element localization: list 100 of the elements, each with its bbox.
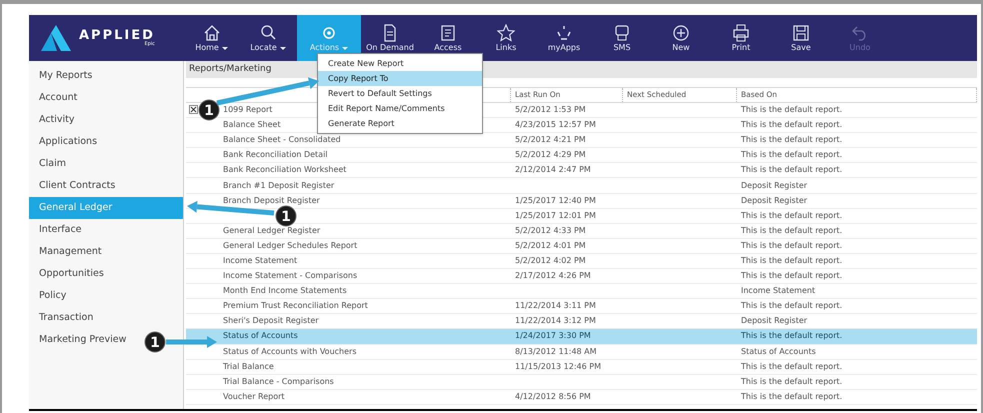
sidebar-item[interactable]: Opportunities <box>29 263 106 285</box>
table-row[interactable]: Income Statement 5/2/2012 4:02 PM This is the default report. <box>186 254 977 270</box>
table-cell: This is the default report. <box>741 256 842 265</box>
table-cell: 2/12/2014 2:47 PM <box>515 165 591 174</box>
table-cell: This is the default report. <box>741 392 842 401</box>
toolbar-button[interactable]: Save <box>771 15 831 61</box>
caret-icon <box>342 46 348 50</box>
menu-item[interactable]: Generate Report <box>318 116 482 131</box>
table-cell: 11/15/2013 12:46 PM <box>515 362 601 371</box>
table-cell: Branch #1 Deposit Register <box>223 180 334 190</box>
callout-badge: 1 <box>144 332 166 352</box>
table-cell: 2/17/2012 4:26 PM <box>515 271 591 280</box>
table-row[interactable]: General Ledger Register 5/2/2012 4:33 PM This is the default report. <box>186 224 977 239</box>
toolbar-button[interactable]: Locate <box>239 15 297 61</box>
table-cell: Trial Balance <box>223 362 274 371</box>
sidebar-item[interactable]: Claim <box>29 153 68 175</box>
sidebar-item[interactable]: Transaction <box>29 307 96 329</box>
sidebar-item[interactable]: Activity <box>29 109 77 131</box>
table-row[interactable]: Month End Income Statements Income Statement <box>186 284 977 300</box>
table-cell: Balance Sheet <box>223 120 281 130</box>
sidebar-item[interactable]: Management <box>29 241 104 263</box>
table-row[interactable]: Status of Accounts 1/24/2017 3:30 PM This is the default report. <box>186 329 977 344</box>
table-cell: This is the default report. <box>741 135 842 144</box>
sidebar-item[interactable]: Policy <box>29 285 68 307</box>
table-cell: 5/2/2012 4:21 PM <box>515 135 586 144</box>
table-cell: This is the default report. <box>741 376 842 386</box>
table-cell: This is the default report. <box>741 240 842 250</box>
apps-icon <box>555 24 573 42</box>
table-cell: 1/25/2017 12:01 PM <box>515 210 596 220</box>
toolbar-button[interactable]: New <box>651 15 711 61</box>
table-cell: 4/23/2015 12:57 PM <box>515 120 596 130</box>
table-cell: 1099 Report <box>223 105 272 114</box>
table-cell: Balance Sheet - Consolidated <box>223 135 341 144</box>
table-cell: This is the default report. <box>741 150 842 160</box>
toolbar-button[interactable]: Home <box>184 15 239 61</box>
sidebar-item[interactable]: My Reports <box>29 65 94 87</box>
table-cell: Sheri's Deposit Register <box>223 316 319 326</box>
sidebar-item[interactable]: Marketing Preview <box>29 329 128 351</box>
table-cell: Income Statement - Comparisons <box>223 271 358 280</box>
logo-text: APPLIED <box>79 29 155 42</box>
home-icon <box>202 24 220 42</box>
callout-badge: 1 <box>276 206 296 226</box>
breadcrumb: Reports/Marketing <box>189 62 272 76</box>
table-row[interactable]: Bank Reconciliation Worksheet 2/12/2014 2:47 PM This is the default report. <box>186 163 977 178</box>
table-cell: Deposit Register <box>741 196 808 205</box>
printer-icon <box>732 24 750 42</box>
table-cell: This is the default report. <box>741 165 842 174</box>
menu-item[interactable]: Revert to Default Settings <box>318 86 482 101</box>
table-cell: Premium Trust Reconciliation Report <box>223 301 368 310</box>
logo-icon <box>41 25 71 51</box>
plus-icon <box>672 24 690 42</box>
toolbar-button[interactable]: SMS <box>593 15 651 61</box>
table-cell: Income Statement <box>741 286 816 296</box>
table-row[interactable]: Branch #1 Deposit Register Deposit Register <box>186 178 977 194</box>
toolbar-button[interactable]: Print <box>711 15 771 61</box>
table-cell: Status of Accounts <box>741 346 816 356</box>
star-icon <box>497 24 515 42</box>
table-cell: Trial Balance - Comparisons <box>223 376 334 386</box>
table-row[interactable]: Income Statement - Comparisons 2/17/2012 4:26 PM This is the default report. <box>186 269 977 284</box>
sidebar-item[interactable]: Interface <box>29 219 84 241</box>
search-icon <box>259 24 277 42</box>
table-cell: This is the default report. <box>741 301 842 310</box>
menu-item[interactable]: Copy Report To <box>318 71 482 86</box>
table-cell: 1/24/2017 3:30 PM <box>515 331 591 340</box>
table-cell: Bank Reconciliation Detail <box>223 150 328 160</box>
toolbar-button[interactable]: myApps <box>535 15 593 61</box>
table-cell: This is the default report. <box>741 210 842 220</box>
table-row[interactable]: Bank Reconciliation Detail 5/2/2012 4:29 PM This is the default report. <box>186 148 977 164</box>
table-cell: 5/2/2012 4:33 PM <box>515 226 586 235</box>
table-cell: 11/22/2014 3:12 PM <box>515 316 596 326</box>
table-cell: 1/25/2017 12:40 PM <box>515 196 596 205</box>
table-row[interactable]: General Ledger Schedules Report 5/2/2012 4:01 PM This is the default report. <box>186 238 977 254</box>
table-cell: 4/12/2012 8:56 PM <box>515 392 591 401</box>
sidebar-item[interactable]: Applications <box>29 131 100 153</box>
table-cell: 5/2/2012 4:01 PM <box>515 240 586 250</box>
table-cell: 5/2/2012 4:29 PM <box>515 150 586 160</box>
sidebar-item[interactable]: Account <box>29 87 80 109</box>
arrow <box>166 336 217 348</box>
table-cell: This is the default report. <box>741 331 842 340</box>
table-cell: 5/2/2012 1:53 PM <box>515 105 586 114</box>
table-row[interactable]: Premium Trust Reconciliation Report 11/22/2014 3:11 PM This is the default report. <box>186 299 977 314</box>
table-cell: Month End Income Statements <box>223 286 347 296</box>
table-row[interactable]: Status of Accounts with Vouchers 8/13/2012 11:48 AM Status of Accounts <box>186 344 977 360</box>
table-cell: Income Statement <box>223 256 298 265</box>
table-cell: This is the default report. <box>741 271 842 280</box>
menu-item[interactable]: Edit Report Name/Comments <box>318 101 482 116</box>
table-row[interactable]: Trial Balance 11/15/2013 12:46 PM This is the default report. <box>186 360 977 375</box>
list-icon <box>439 24 457 42</box>
callout-badge: 1 <box>198 100 220 120</box>
table-row[interactable]: Voucher Report 4/12/2012 8:56 PM This is the default report. <box>186 390 977 405</box>
table-cell: 5/2/2012 4:02 PM <box>515 256 586 265</box>
caret-icon <box>222 46 228 50</box>
save-icon <box>792 24 810 42</box>
table-cell: 8/13/2012 11:48 AM <box>515 346 597 356</box>
table-cell: Voucher Report <box>223 392 285 401</box>
table-cell: This is the default report. <box>741 226 842 235</box>
sidebar-item[interactable]: Client Contracts <box>29 175 118 197</box>
table-row[interactable]: Trial Balance - Comparisons This is the default report. <box>186 374 977 390</box>
close-icon[interactable] <box>189 105 198 114</box>
table-cell: This is the default report. <box>741 120 842 130</box>
